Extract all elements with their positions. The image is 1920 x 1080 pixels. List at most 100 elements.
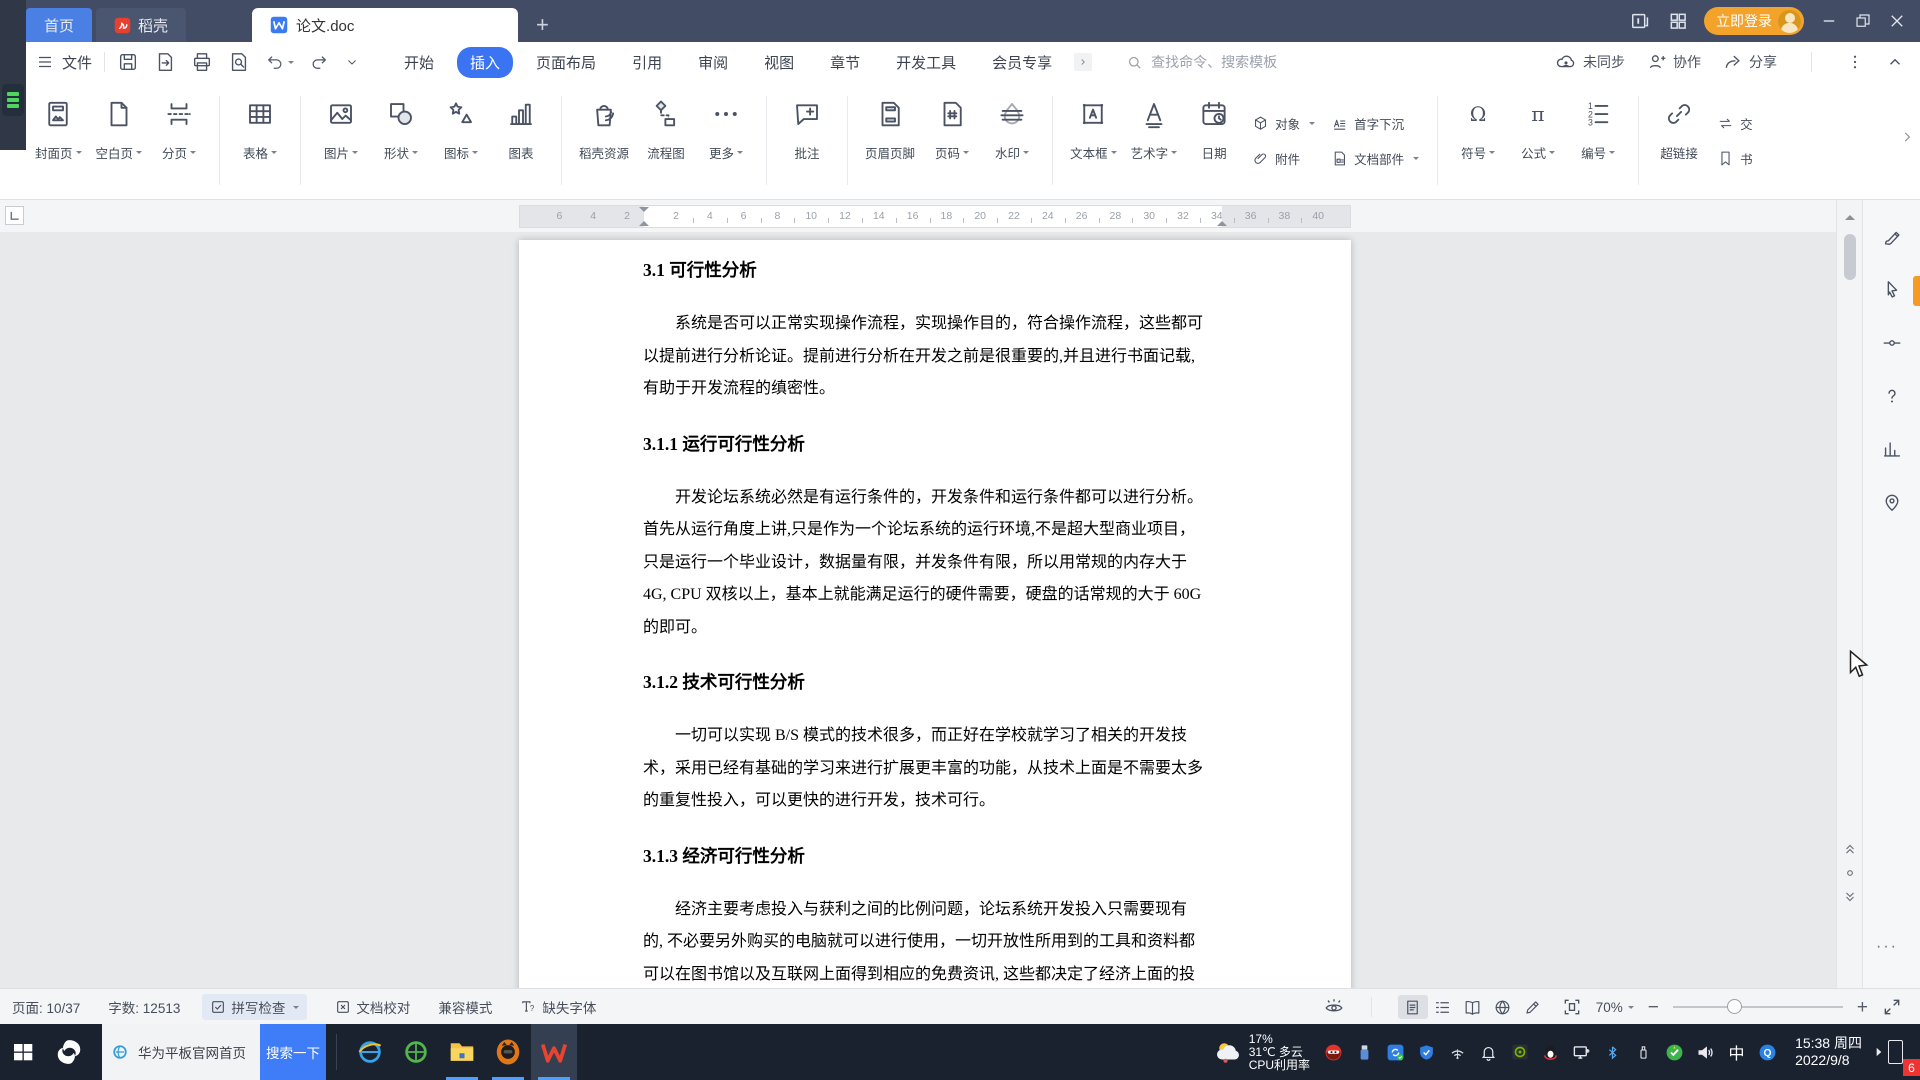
- zoom-level[interactable]: 70%: [1596, 1000, 1634, 1015]
- window-count-icon[interactable]: [1630, 10, 1652, 32]
- taskbar-search-button[interactable]: 搜索一下: [260, 1024, 326, 1080]
- scrollbar-thumb[interactable]: [1844, 234, 1856, 280]
- app-s-icon[interactable]: [46, 1024, 92, 1080]
- ribbon-icon-star-button[interactable]: 图标: [431, 82, 491, 199]
- menu-tab-8[interactable]: 会员专享: [979, 47, 1065, 78]
- taskbar-search-widget[interactable]: 华为平板官网首页: [102, 1024, 260, 1080]
- battery-widget-icon[interactable]: [2, 84, 24, 116]
- ribbon-picture-button[interactable]: 图片: [311, 82, 371, 199]
- eye-protection-icon[interactable]: [1323, 996, 1345, 1018]
- tray-usb-stick-icon[interactable]: [1628, 1024, 1659, 1080]
- login-button[interactable]: 立即登录: [1704, 7, 1804, 35]
- tray-signal-icon[interactable]: [1442, 1024, 1473, 1080]
- template-promo-strip[interactable]: [1913, 276, 1920, 306]
- tray-ninja-icon[interactable]: [1318, 1024, 1349, 1080]
- side-tool-chart-tool[interactable]: [1876, 433, 1908, 465]
- ribbon-drop-cap-button[interactable]: 首字下沉: [1331, 114, 1419, 133]
- ribbon-word-art-button[interactable]: 艺术字: [1124, 82, 1185, 199]
- taskbar-app-explorer[interactable]: [439, 1024, 485, 1080]
- preview-button[interactable]: [228, 51, 250, 73]
- ribbon-date-button[interactable]: 日期: [1184, 82, 1244, 199]
- tab-docer[interactable]: 稻壳: [96, 8, 186, 42]
- ribbon-more-button[interactable]: 更多: [696, 82, 756, 199]
- ribbon-table-button[interactable]: 表格: [230, 82, 290, 199]
- side-tool-help[interactable]: [1876, 380, 1908, 412]
- select-browse-object-button[interactable]: [1843, 866, 1857, 880]
- ribbon-flowchart-button[interactable]: 流程图: [636, 82, 696, 199]
- spellcheck-toggle[interactable]: 拼写检查: [202, 994, 307, 1020]
- redo-button[interactable]: [309, 52, 329, 72]
- tray-bell-icon[interactable]: [1473, 1024, 1504, 1080]
- tray-ime-icon[interactable]: 中: [1721, 1024, 1752, 1080]
- tab-stop-selector[interactable]: [5, 206, 24, 225]
- previous-page-button[interactable]: [1843, 842, 1857, 856]
- horizontal-ruler[interactable]: 642246810121416182022242628303234363840: [519, 205, 1351, 228]
- right-indent-marker[interactable]: [1217, 216, 1227, 226]
- tab-home[interactable]: 首页: [26, 8, 92, 42]
- ribbon-watermark-button[interactable]: 水印: [982, 82, 1042, 199]
- tray-sync-icon[interactable]: [1380, 1024, 1411, 1080]
- zoom-out-button[interactable]: −: [1648, 998, 1659, 1017]
- tray-display-plug-icon[interactable]: [1566, 1024, 1597, 1080]
- command-search[interactable]: 查找命令、搜索模板: [1126, 52, 1356, 72]
- view-book-button[interactable]: [1458, 995, 1488, 1019]
- scroll-up-arrow[interactable]: [1845, 210, 1855, 220]
- ribbon-clip-button[interactable]: 附件: [1252, 149, 1315, 168]
- zoom-slider-knob[interactable]: [1727, 999, 1742, 1014]
- sync-status[interactable]: 未同步: [1555, 51, 1625, 73]
- word-count[interactable]: 字数: 12513: [108, 997, 180, 1017]
- collaborate-button[interactable]: 协作: [1647, 52, 1701, 72]
- ribbon-symbol-button[interactable]: Ω符号: [1448, 82, 1508, 199]
- weather-widget[interactable]: 17% 31℃ 多云 CPU利用率: [1213, 1033, 1310, 1072]
- print-button[interactable]: [191, 51, 213, 73]
- tray-usb-drive-icon[interactable]: [1349, 1024, 1380, 1080]
- menu-tab-7[interactable]: 开发工具: [883, 47, 969, 78]
- taskbar-app-ie[interactable]: [347, 1024, 393, 1080]
- side-more-button[interactable]: ···: [1876, 938, 1898, 956]
- taskbar-clock[interactable]: 15:38 周四 2022/9/8: [1795, 1035, 1862, 1069]
- tray-expand-icon[interactable]: [1872, 1045, 1886, 1059]
- qat-more-button[interactable]: [344, 54, 360, 70]
- taskbar-app-wps[interactable]: [531, 1024, 577, 1080]
- side-tool-locate[interactable]: [1876, 486, 1908, 518]
- restore-button[interactable]: [1854, 12, 1872, 30]
- ribbon-hyperlink-button[interactable]: 超链接: [1649, 82, 1709, 199]
- hanging-indent-marker[interactable]: [639, 216, 649, 226]
- side-tool-select[interactable]: [1876, 274, 1908, 306]
- tab-document[interactable]: 论文.doc: [252, 8, 518, 42]
- undo-button[interactable]: [265, 52, 294, 72]
- notification-badge-area[interactable]: 6: [1886, 1024, 1920, 1080]
- view-outline-button[interactable]: [1428, 995, 1458, 1019]
- view-page-button[interactable]: [1398, 995, 1428, 1019]
- ribbon-docer-button[interactable]: 稻壳资源: [572, 82, 636, 199]
- view-globe-button[interactable]: [1488, 995, 1518, 1019]
- menu-tab-0[interactable]: 开始: [391, 47, 447, 78]
- ribbon-numbering-button[interactable]: 123编号: [1568, 82, 1628, 199]
- menu-tab-4[interactable]: 审阅: [685, 47, 741, 78]
- close-button[interactable]: [1888, 12, 1906, 30]
- page-indicator[interactable]: 页面: 10/37: [12, 997, 80, 1017]
- tray-green-shield-icon[interactable]: [1659, 1024, 1690, 1080]
- fit-page-icon[interactable]: [1562, 997, 1582, 1017]
- more-options-icon[interactable]: [1846, 53, 1864, 71]
- taskbar-app-browser-360[interactable]: [393, 1024, 439, 1080]
- ribbon-chart-button[interactable]: 图表: [491, 82, 551, 199]
- tray-shield-icon[interactable]: [1411, 1024, 1442, 1080]
- ribbon-text-box-button[interactable]: 文本框: [1063, 82, 1124, 199]
- tray-speaker-icon[interactable]: [1690, 1024, 1721, 1080]
- next-page-button[interactable]: [1843, 890, 1857, 904]
- tray-nvidia-icon[interactable]: [1504, 1024, 1535, 1080]
- ribbon-cube-button[interactable]: 对象: [1252, 114, 1315, 133]
- zoom-in-button[interactable]: +: [1857, 998, 1868, 1017]
- tray-q-browser-icon[interactable]: Q: [1752, 1024, 1783, 1080]
- start-button[interactable]: [0, 1024, 46, 1080]
- menu-tab-2[interactable]: 页面布局: [523, 47, 609, 78]
- zoom-slider[interactable]: [1673, 1006, 1843, 1008]
- ribbon-formula-button[interactable]: π公式: [1508, 82, 1568, 199]
- ribbon-scroll-right-icon[interactable]: [1900, 130, 1914, 144]
- menu-overflow-chevron[interactable]: [1074, 53, 1092, 71]
- export-button[interactable]: [154, 51, 176, 73]
- tray-qq-icon[interactable]: [1535, 1024, 1566, 1080]
- ribbon-cover-page-button[interactable]: 封面页: [28, 82, 89, 199]
- share-button[interactable]: 分享: [1723, 52, 1777, 72]
